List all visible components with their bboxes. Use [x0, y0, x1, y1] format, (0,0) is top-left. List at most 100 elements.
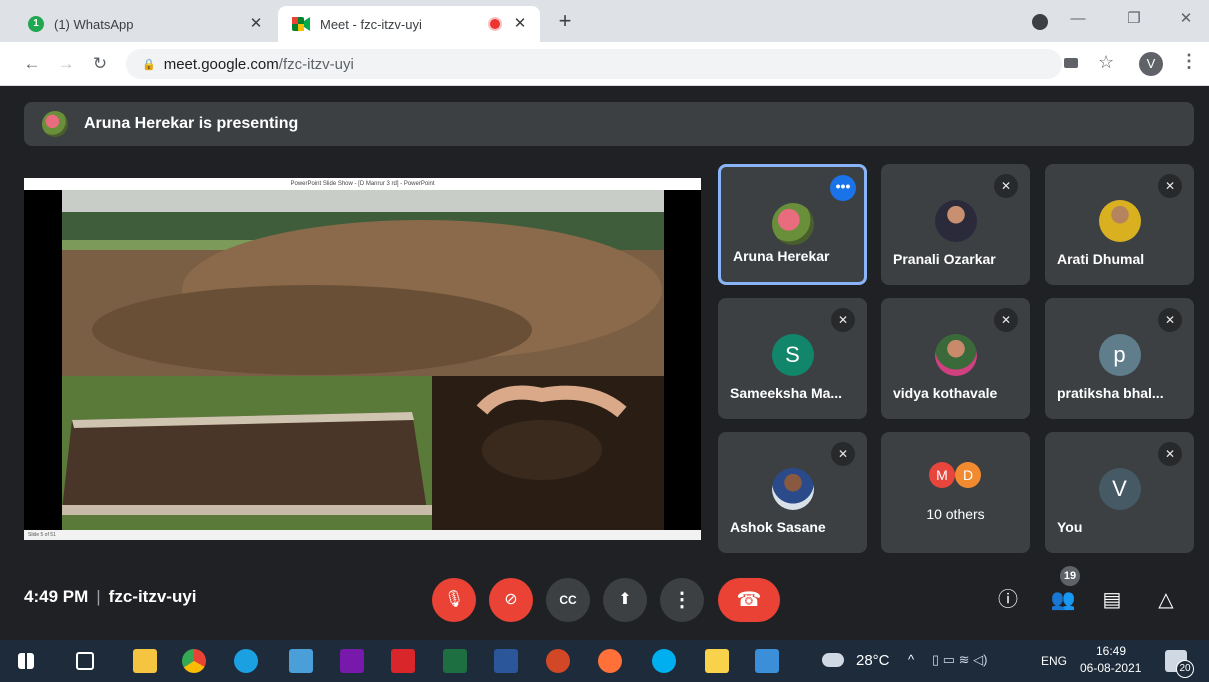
avatar: S — [771, 334, 814, 376]
google-meet-icon — [292, 17, 310, 31]
meeting-code: fzc-itzv-uyi — [108, 587, 197, 606]
avatar — [1098, 200, 1141, 242]
windows-taskbar: 28°C ^ ▯ ▭ ≋ ◁) ENG 16:49 06-08-2021 20 — [0, 640, 1209, 682]
edge-icon[interactable] — [234, 649, 258, 673]
bookmark-star-icon[interactable]: ☆ — [1098, 52, 1114, 73]
microphone-off-button[interactable]: 🎙 — [432, 578, 476, 622]
participant-name: Arati Dhumal — [1057, 251, 1145, 267]
leave-call-button[interactable]: ☎ — [718, 578, 780, 622]
photos-icon[interactable] — [289, 649, 313, 673]
participant-name: vidya kothavale — [893, 385, 998, 401]
address-bar[interactable]: 🔒 meet.google.com/fzc-itzv-uyi — [126, 49, 1062, 79]
presenting-text: Aruna Herekar is presenting — [84, 115, 299, 132]
acrobat-icon[interactable] — [391, 649, 415, 673]
slide-counter: Slide 5 of 51 — [24, 530, 701, 540]
word-icon[interactable] — [494, 649, 518, 673]
mic-off-icon: ✕ — [1158, 174, 1182, 198]
snipping-tool-icon[interactable] — [755, 649, 779, 673]
toolbar: ← → ↻ 🔒 meet.google.com/fzc-itzv-uyi ☆ V… — [0, 42, 1209, 86]
file-explorer-icon[interactable] — [133, 649, 157, 673]
tab-whatsapp[interactable]: 1 (1) WhatsApp ✕ — [8, 6, 276, 42]
weather-temperature: 28°C — [856, 652, 890, 669]
close-tab-icon[interactable]: ✕ — [246, 14, 266, 34]
excel-icon[interactable] — [443, 649, 467, 673]
lock-icon: 🔒 — [142, 58, 156, 71]
presenter-avatar — [42, 111, 68, 137]
participant-tile-pratiksha[interactable]: ✕ p pratiksha bhal... — [1045, 298, 1194, 419]
mic-off-icon: ✕ — [831, 308, 855, 332]
captions-button[interactable]: CC — [546, 578, 590, 622]
url-path: /fzc-itzv-uyi — [278, 55, 354, 73]
avatar — [934, 200, 977, 242]
participant-name: You — [1057, 519, 1083, 535]
mic-off-icon: ✕ — [1158, 308, 1182, 332]
weather-icon[interactable] — [822, 653, 844, 667]
notification-count: 20 — [1176, 660, 1194, 678]
activities-icon[interactable]: △ — [1148, 582, 1184, 618]
back-icon[interactable]: ← — [20, 52, 44, 76]
chrome-icon[interactable] — [182, 649, 206, 673]
new-tab-button[interactable]: + — [552, 8, 578, 34]
participant-name: Pranali Ozarkar — [893, 251, 996, 267]
participant-tile-aruna-herekar[interactable]: ••• Aruna Herekar — [718, 164, 867, 285]
task-view-icon[interactable] — [76, 652, 94, 670]
taskbar-time[interactable]: 16:49 — [1096, 644, 1126, 658]
meeting-info: 4:49 PM | fzc-itzv-uyi — [24, 587, 197, 607]
sticky-notes-icon[interactable] — [705, 649, 729, 673]
recording-indicator-icon — [490, 19, 500, 29]
tab-strip: 1 (1) WhatsApp ✕ Meet - fzc-itzv-uyi ✕ +… — [0, 0, 1209, 42]
forward-icon[interactable]: → — [54, 52, 78, 76]
system-tray-icons[interactable]: ▯ ▭ ≋ ◁) — [932, 652, 988, 668]
onenote-icon[interactable] — [340, 649, 364, 673]
close-tab-icon[interactable]: ✕ — [510, 14, 530, 34]
tray-chevron-icon[interactable]: ^ — [908, 652, 914, 667]
present-screen-button[interactable]: ⬆ — [603, 578, 647, 622]
participant-tile-vidya-kothavale[interactable]: ✕ vidya kothavale — [881, 298, 1030, 419]
separator: | — [96, 587, 101, 606]
more-options-icon[interactable]: ••• — [830, 175, 856, 201]
start-icon[interactable] — [18, 653, 34, 669]
tab-title: Meet - fzc-itzv-uyi — [320, 16, 422, 32]
avatar: D — [955, 462, 981, 488]
camera-off-button[interactable]: ⊘ — [489, 578, 533, 622]
url-host: meet.google.com — [163, 55, 279, 73]
powerpoint-icon[interactable] — [546, 649, 570, 673]
taskbar-date[interactable]: 06-08-2021 — [1080, 661, 1141, 675]
tab-title: (1) WhatsApp — [54, 16, 134, 32]
participant-name: pratiksha bhal... — [1057, 385, 1164, 401]
more-options-button[interactable]: ⋮ — [660, 578, 704, 622]
tab-meet[interactable]: Meet - fzc-itzv-uyi ✕ — [278, 6, 540, 42]
avatar: p — [1098, 334, 1141, 376]
avatar: V — [1098, 468, 1141, 510]
minimize-icon[interactable]: — — [1062, 6, 1094, 32]
firefox-icon[interactable] — [598, 649, 622, 673]
participant-tile-you[interactable]: ✕ V You — [1045, 432, 1194, 553]
avatar — [771, 203, 814, 245]
mic-off-icon: ✕ — [994, 308, 1018, 332]
participant-tile-sameeksha[interactable]: ✕ S Sameeksha Ma... — [718, 298, 867, 419]
mic-off-icon: ✕ — [831, 442, 855, 466]
people-count-badge: 19 — [1060, 566, 1080, 586]
skype-icon[interactable] — [652, 649, 676, 673]
participant-tile-pranali-ozarkar[interactable]: ✕ Pranali Ozarkar — [881, 164, 1030, 285]
participant-name: Aruna Herekar — [733, 248, 830, 264]
mic-off-icon: ✕ — [1158, 442, 1182, 466]
menu-kebab-icon[interactable]: ⋮ — [1180, 51, 1198, 72]
participant-tile-arati-dhumal[interactable]: ✕ Arati Dhumal — [1045, 164, 1194, 285]
camera-in-use-icon[interactable] — [1064, 58, 1078, 68]
close-window-icon[interactable]: ✕ — [1170, 6, 1202, 32]
input-language[interactable]: ENG — [1041, 654, 1067, 668]
maximize-icon[interactable]: ❐ — [1118, 6, 1150, 32]
meeting-time: 4:49 PM — [24, 587, 89, 606]
avatar: M — [929, 462, 955, 488]
participant-tile-others[interactable]: M D 10 others — [881, 432, 1030, 553]
chat-icon[interactable]: ▤ — [1094, 582, 1130, 618]
participant-tile-ashok-sasane[interactable]: ✕ Ashok Sasane — [718, 432, 867, 553]
profile-avatar[interactable]: V — [1139, 52, 1163, 76]
people-icon[interactable]: 👥 — [1045, 582, 1081, 618]
profile-dropdown-icon[interactable] — [1032, 14, 1048, 30]
avatar — [771, 468, 814, 510]
reload-icon[interactable]: ↻ — [88, 52, 112, 76]
meeting-details-icon[interactable]: ⓘ — [990, 582, 1026, 618]
others-count: 10 others — [926, 506, 985, 522]
